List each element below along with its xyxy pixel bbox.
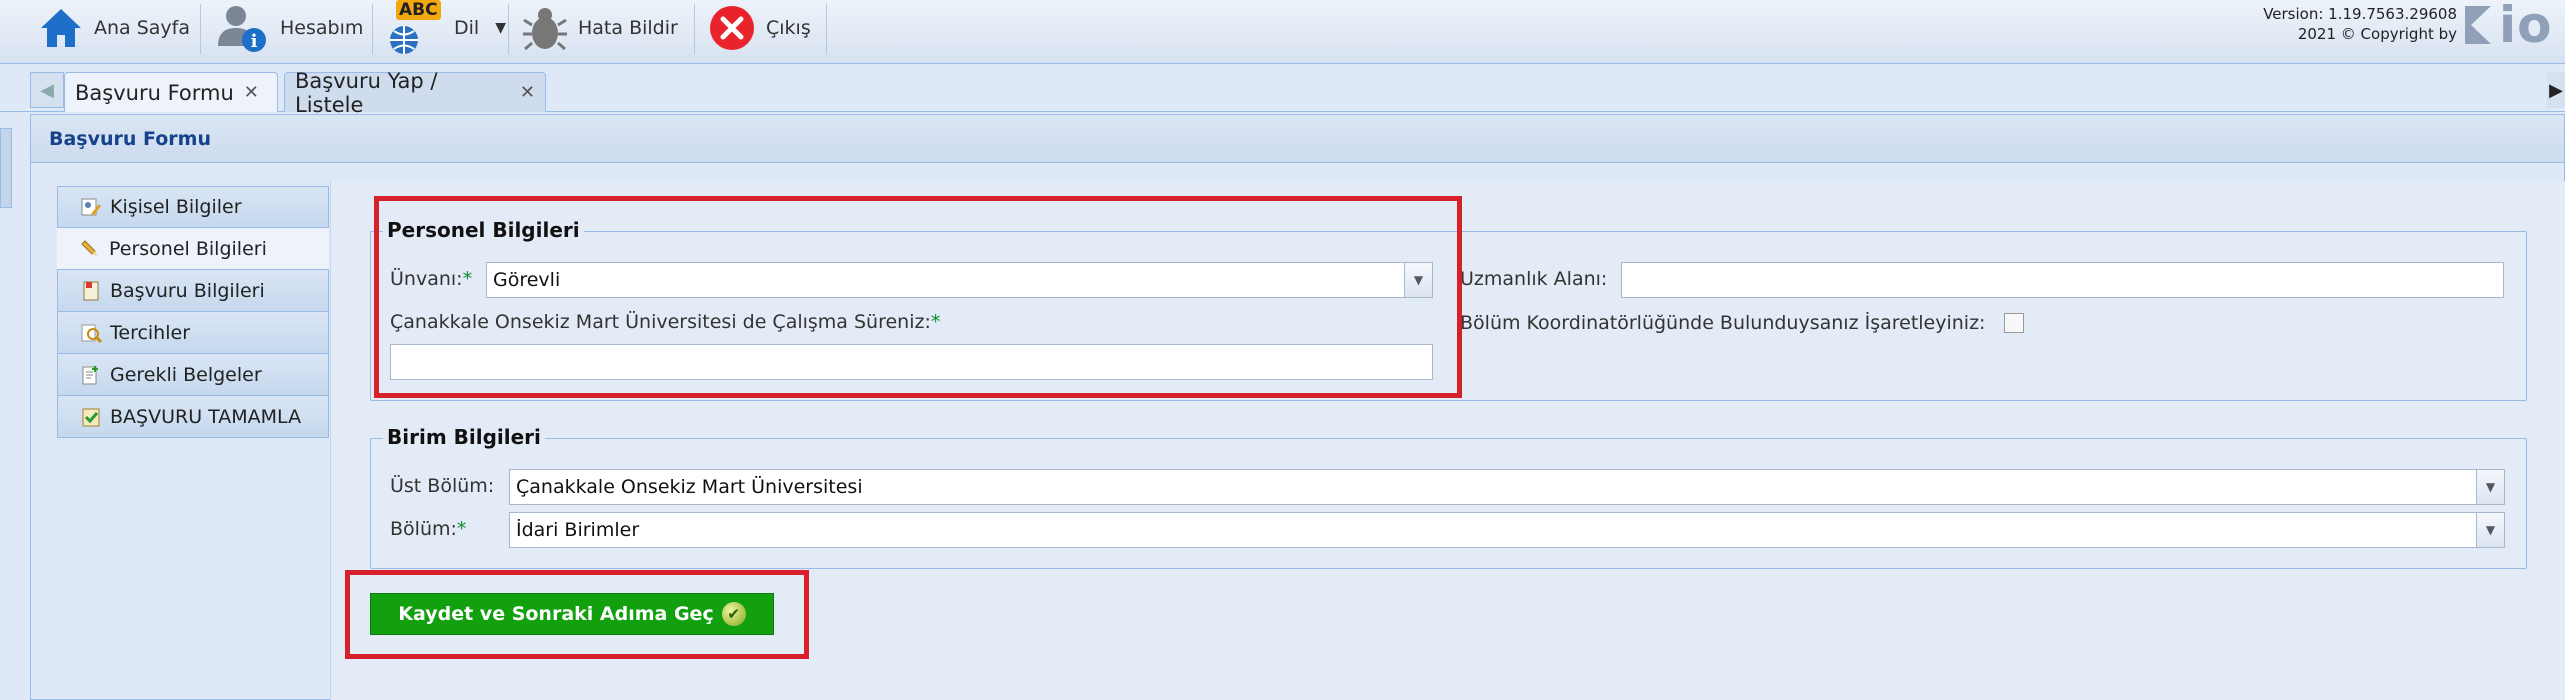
top-toolbar: Ana Sayfa i Hesabım ABC Dil ▼ Hata Bildi… bbox=[0, 0, 2565, 64]
home-icon bbox=[41, 9, 81, 47]
account-button[interactable]: i Hesabım bbox=[206, 0, 371, 56]
chevron-down-icon: ▼ bbox=[495, 20, 506, 36]
ust-bolum-value: Çanakkale Onsekiz Mart Üniversitesi bbox=[516, 476, 863, 498]
uzmanlik-alani-input[interactable] bbox=[1621, 262, 2504, 298]
language-badge: ABC bbox=[396, 0, 441, 20]
logo-text: io bbox=[2499, 2, 2553, 48]
check-clipboard-icon bbox=[82, 408, 100, 426]
copyright-text: 2021 © Copyright by bbox=[2297, 25, 2457, 43]
bug-report-button[interactable]: Hata Bildir bbox=[514, 0, 686, 56]
svg-text:i: i bbox=[251, 31, 258, 52]
form-step-nav: Kişisel Bilgiler Personel Bilgileri Başv… bbox=[57, 186, 329, 438]
birim-bilgileri-legend: Birim Bilgileri bbox=[383, 425, 545, 449]
uzmanlik-alani-label: Uzmanlık Alanı: bbox=[1460, 268, 1608, 290]
tab-basvuru-formu[interactable]: Başvuru Formu ✕ bbox=[64, 72, 278, 112]
exit-button[interactable]: Çıkış bbox=[700, 0, 819, 56]
company-logo: io bbox=[2465, 2, 2565, 48]
bug-icon bbox=[523, 8, 567, 51]
koordinator-checkbox[interactable] bbox=[2004, 313, 2024, 333]
ust-bolum-label: Üst Bölüm: bbox=[390, 475, 495, 497]
tab-scroll-left-icon[interactable]: ◀ bbox=[30, 72, 64, 108]
tab-label: Başvuru Formu bbox=[75, 80, 234, 105]
nav-item-label: Personel Bilgileri bbox=[109, 237, 267, 260]
bolum-label: Bölüm:* bbox=[390, 518, 467, 540]
panel-header: Başvuru Formu bbox=[31, 115, 2564, 163]
nav-item-basvuru-bilgileri[interactable]: Başvuru Bilgileri bbox=[57, 270, 329, 312]
nav-item-label: Gerekli Belgeler bbox=[110, 363, 262, 386]
document-icon bbox=[83, 281, 99, 300]
tab-bar: ◀ Başvuru Formu ✕ Başvuru Yap / Listele … bbox=[0, 64, 2565, 117]
chevron-down-icon[interactable]: ▼ bbox=[2476, 470, 2504, 504]
pencil-icon bbox=[81, 239, 98, 257]
nav-item-tercihler[interactable]: Tercihler bbox=[57, 312, 329, 354]
user-info-icon: i bbox=[218, 6, 266, 52]
collapsed-side-panel[interactable] bbox=[0, 128, 12, 208]
nav-item-personel-bilgileri[interactable]: Personel Bilgileri bbox=[57, 228, 329, 270]
submit-highlight-box bbox=[345, 570, 809, 659]
koordinator-label: Bölüm Koordinatörlüğünde Bulunduysanız İ… bbox=[1460, 312, 1986, 334]
language-icon: ABC bbox=[386, 0, 444, 56]
language-label: Dil bbox=[454, 17, 480, 39]
chevron-down-icon[interactable]: ▼ bbox=[2476, 513, 2504, 547]
close-icon[interactable]: ✕ bbox=[520, 82, 535, 103]
home-label: Ana Sayfa bbox=[94, 17, 191, 39]
user-edit-icon bbox=[81, 198, 101, 216]
close-circle-icon bbox=[710, 6, 754, 50]
ust-bolum-combobox[interactable]: Çanakkale Onsekiz Mart Üniversitesi ▼ bbox=[509, 469, 2505, 505]
search-list-icon bbox=[81, 324, 102, 343]
nav-item-label: BAŞVURU TAMAMLA bbox=[110, 405, 302, 428]
nav-item-basvuru-tamamla[interactable]: BAŞVURU TAMAMLA bbox=[57, 396, 329, 438]
close-icon[interactable]: ✕ bbox=[244, 82, 259, 103]
bolum-combobox[interactable]: İdari Birimler ▼ bbox=[509, 512, 2505, 548]
nav-item-kisisel-bilgiler[interactable]: Kişisel Bilgiler bbox=[57, 186, 329, 228]
tab-basvuru-yap-listele[interactable]: Başvuru Yap / Listele ✕ bbox=[284, 69, 546, 117]
nav-item-label: Başvuru Bilgileri bbox=[110, 279, 265, 302]
bug-report-label: Hata Bildir bbox=[578, 17, 678, 39]
personel-highlight-box bbox=[374, 196, 1462, 398]
exit-label: Çıkış bbox=[766, 17, 811, 39]
document-add-icon bbox=[82, 365, 98, 384]
bolum-value: İdari Birimler bbox=[516, 519, 640, 541]
account-label: Hesabım bbox=[280, 17, 364, 39]
panel-title: Başvuru Formu bbox=[49, 127, 211, 150]
tab-scroll-right-icon[interactable]: ▶ bbox=[2547, 72, 2565, 108]
home-button[interactable]: Ana Sayfa bbox=[30, 0, 198, 56]
nav-item-gerekli-belgeler[interactable]: Gerekli Belgeler bbox=[57, 354, 329, 396]
version-text: Version: 1.19.7563.29608 bbox=[2263, 5, 2457, 23]
tab-label: Başvuru Yap / Listele bbox=[295, 68, 438, 117]
nav-item-label: Kişisel Bilgiler bbox=[110, 196, 242, 218]
nav-item-label: Tercihler bbox=[110, 321, 191, 344]
version-info: Version: 1.19.7563.29608 2021 © Copyrigh… bbox=[2263, 4, 2457, 44]
language-button[interactable]: ABC Dil ▼ bbox=[378, 0, 514, 56]
